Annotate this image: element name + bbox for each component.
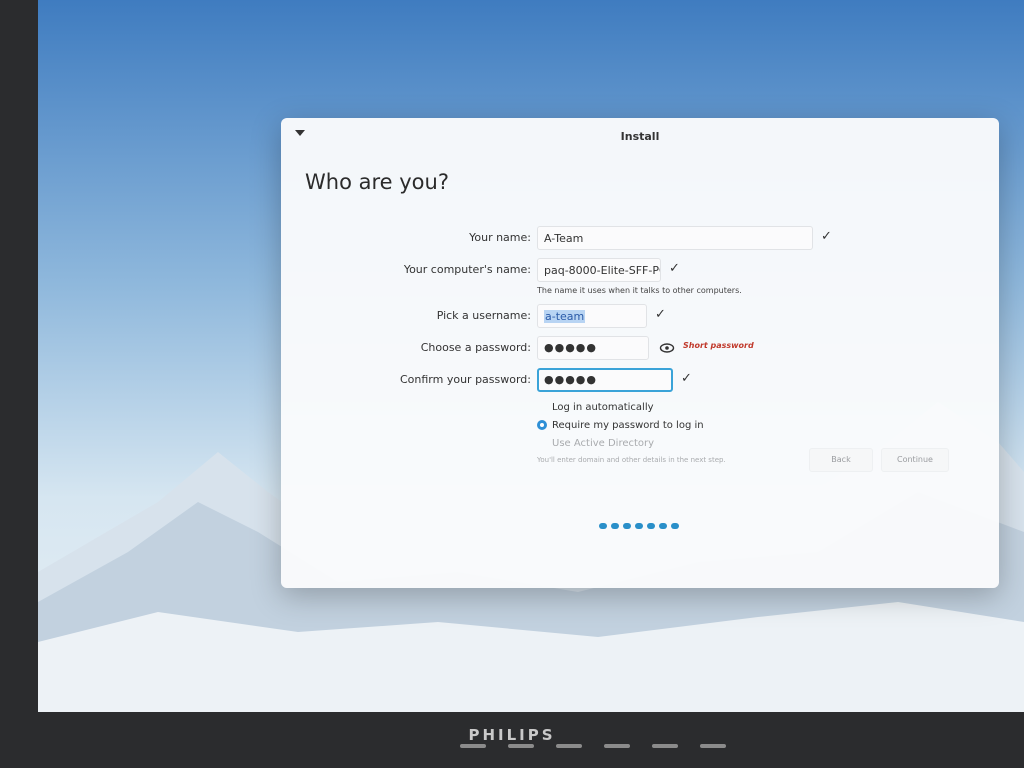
progress-dot [671, 523, 679, 529]
check-icon: ✓ [655, 307, 666, 322]
back-button[interactable]: Back [809, 448, 873, 472]
progress-dot [635, 523, 643, 529]
active-directory-hint: You'll enter domain and other details in… [537, 456, 726, 464]
page-title: Who are you? [305, 170, 449, 194]
confirm-password-row: Confirm your password: ●●●●● ✓ [281, 368, 999, 394]
computer-name-input[interactable]: paq-8000-Elite-SFF-PC [537, 258, 661, 282]
progress-dot [611, 523, 619, 529]
progress-dot [599, 523, 607, 529]
eye-icon[interactable] [659, 340, 675, 356]
continue-button[interactable]: Continue [881, 448, 949, 472]
monitor-button[interactable] [460, 744, 486, 748]
active-directory-label: Use Active Directory [552, 438, 655, 449]
monitor-button[interactable] [652, 744, 678, 748]
username-label: Pick a username: [436, 309, 531, 322]
login-automatically-label: Log in automatically [552, 402, 654, 413]
require-password-option[interactable]: Require my password to log in [537, 420, 704, 436]
username-input[interactable]: a-team [537, 304, 647, 328]
progress-dot [623, 523, 631, 529]
computer-name-row: Your computer's name: paq-8000-Elite-SFF… [281, 258, 999, 284]
computer-name-label: Your computer's name: [403, 263, 531, 276]
password-input[interactable]: ●●●●● [537, 336, 649, 360]
require-password-label: Require my password to log in [552, 420, 704, 431]
progress-dot [647, 523, 655, 529]
window-title: Install [620, 130, 660, 143]
your-name-row: Your name: A-Team ✓ [281, 226, 999, 252]
monitor-button[interactable] [604, 744, 630, 748]
computer-name-hint: The name it uses when it talks to other … [537, 286, 742, 295]
check-icon: ✓ [669, 261, 680, 276]
desktop-screen: Install Who are you? Your name: A-Team ✓… [38, 0, 1024, 712]
your-name-label: Your name: [469, 231, 531, 244]
confirm-password-label: Confirm your password: [399, 373, 531, 386]
your-name-input[interactable]: A-Team [537, 226, 813, 250]
radio-selected-icon [537, 420, 547, 430]
short-password-warning: Short password [683, 341, 754, 350]
monitor-brand-logo: PHILIPS [468, 726, 556, 744]
titlebar: Install [281, 118, 999, 156]
confirm-password-input[interactable]: ●●●●● [537, 368, 673, 392]
progress-dot [659, 523, 667, 529]
username-value: a-team [544, 310, 586, 323]
monitor-button[interactable] [556, 744, 582, 748]
check-icon: ✓ [821, 229, 832, 244]
monitor-buttons [460, 744, 726, 748]
password-label: Choose a password: [420, 341, 531, 354]
installer-window: Install Who are you? Your name: A-Team ✓… [281, 118, 999, 588]
monitor: Install Who are you? Your name: A-Team ✓… [0, 0, 1024, 768]
login-automatically-option[interactable]: Log in automatically [537, 402, 654, 418]
password-row: Choose a password: ●●●●● Short password [281, 336, 999, 362]
monitor-button[interactable] [700, 744, 726, 748]
username-row: Pick a username: a-team ✓ [281, 304, 999, 330]
monitor-button[interactable] [508, 744, 534, 748]
check-icon: ✓ [681, 371, 692, 386]
progress-dots [599, 523, 679, 529]
active-directory-option[interactable]: Use Active Directory [537, 438, 654, 454]
